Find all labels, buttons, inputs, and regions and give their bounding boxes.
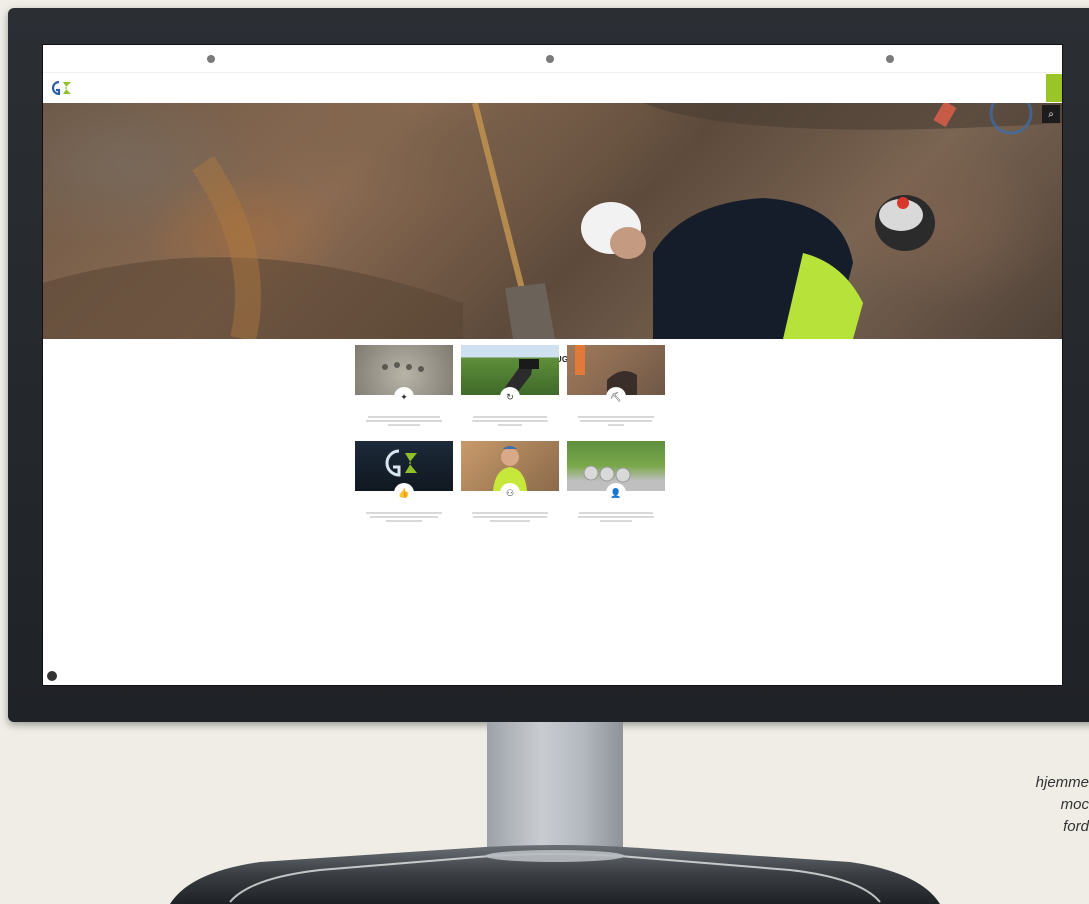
service-card[interactable]: ✦	[355, 345, 453, 431]
binoculars-icon: ⚇	[500, 483, 520, 503]
topbar-phone[interactable]	[546, 54, 558, 63]
main-nav	[1002, 73, 1062, 103]
services-grid: ✦ ↻ ⛏ 👍 ⚇ 👤	[355, 345, 673, 527]
monitor-stand-base	[170, 845, 940, 904]
topbar-hours	[886, 54, 898, 63]
location-icon	[206, 54, 215, 63]
website-topbar	[43, 45, 1062, 73]
site-logo[interactable]	[51, 81, 77, 95]
topbar-address	[206, 54, 219, 63]
phone-icon	[546, 54, 555, 63]
caption-line: ford	[1063, 818, 1089, 835]
card-description	[576, 510, 656, 522]
service-card[interactable]: ⛏	[567, 345, 665, 431]
card-description	[364, 510, 444, 522]
hero-scene	[43, 103, 1062, 339]
refresh-icon: ↻	[500, 387, 520, 407]
caption-line: hjemme	[1035, 774, 1089, 791]
tools-icon: ✦	[394, 387, 414, 407]
service-card[interactable]: 👤	[567, 441, 665, 527]
nav-cta-button[interactable]	[1046, 74, 1062, 102]
hero-image: ⌕	[43, 103, 1062, 339]
service-card[interactable]: 👍	[355, 441, 453, 527]
card-description	[470, 510, 550, 522]
logo-mark-icon	[51, 81, 71, 95]
clock-icon	[886, 54, 895, 63]
excavator-icon: ⛏	[606, 387, 626, 407]
card-description	[364, 414, 444, 426]
website-navbar	[43, 73, 1062, 103]
card-description	[576, 414, 656, 426]
monitor-stand-neck	[487, 722, 623, 858]
search-icon: ⌕	[1048, 108, 1054, 120]
thumbs-up-icon: 👍	[394, 483, 414, 503]
caption-text: hjemme moc ford	[1009, 772, 1089, 838]
chat-bubble-icon[interactable]	[47, 671, 57, 681]
service-card[interactable]: ⚇	[461, 441, 559, 527]
caption-line: moc	[1060, 796, 1089, 813]
search-button[interactable]: ⌕	[1042, 105, 1060, 123]
person-icon: 👤	[606, 483, 626, 503]
card-description	[470, 414, 550, 426]
service-card[interactable]: ↻	[461, 345, 559, 431]
